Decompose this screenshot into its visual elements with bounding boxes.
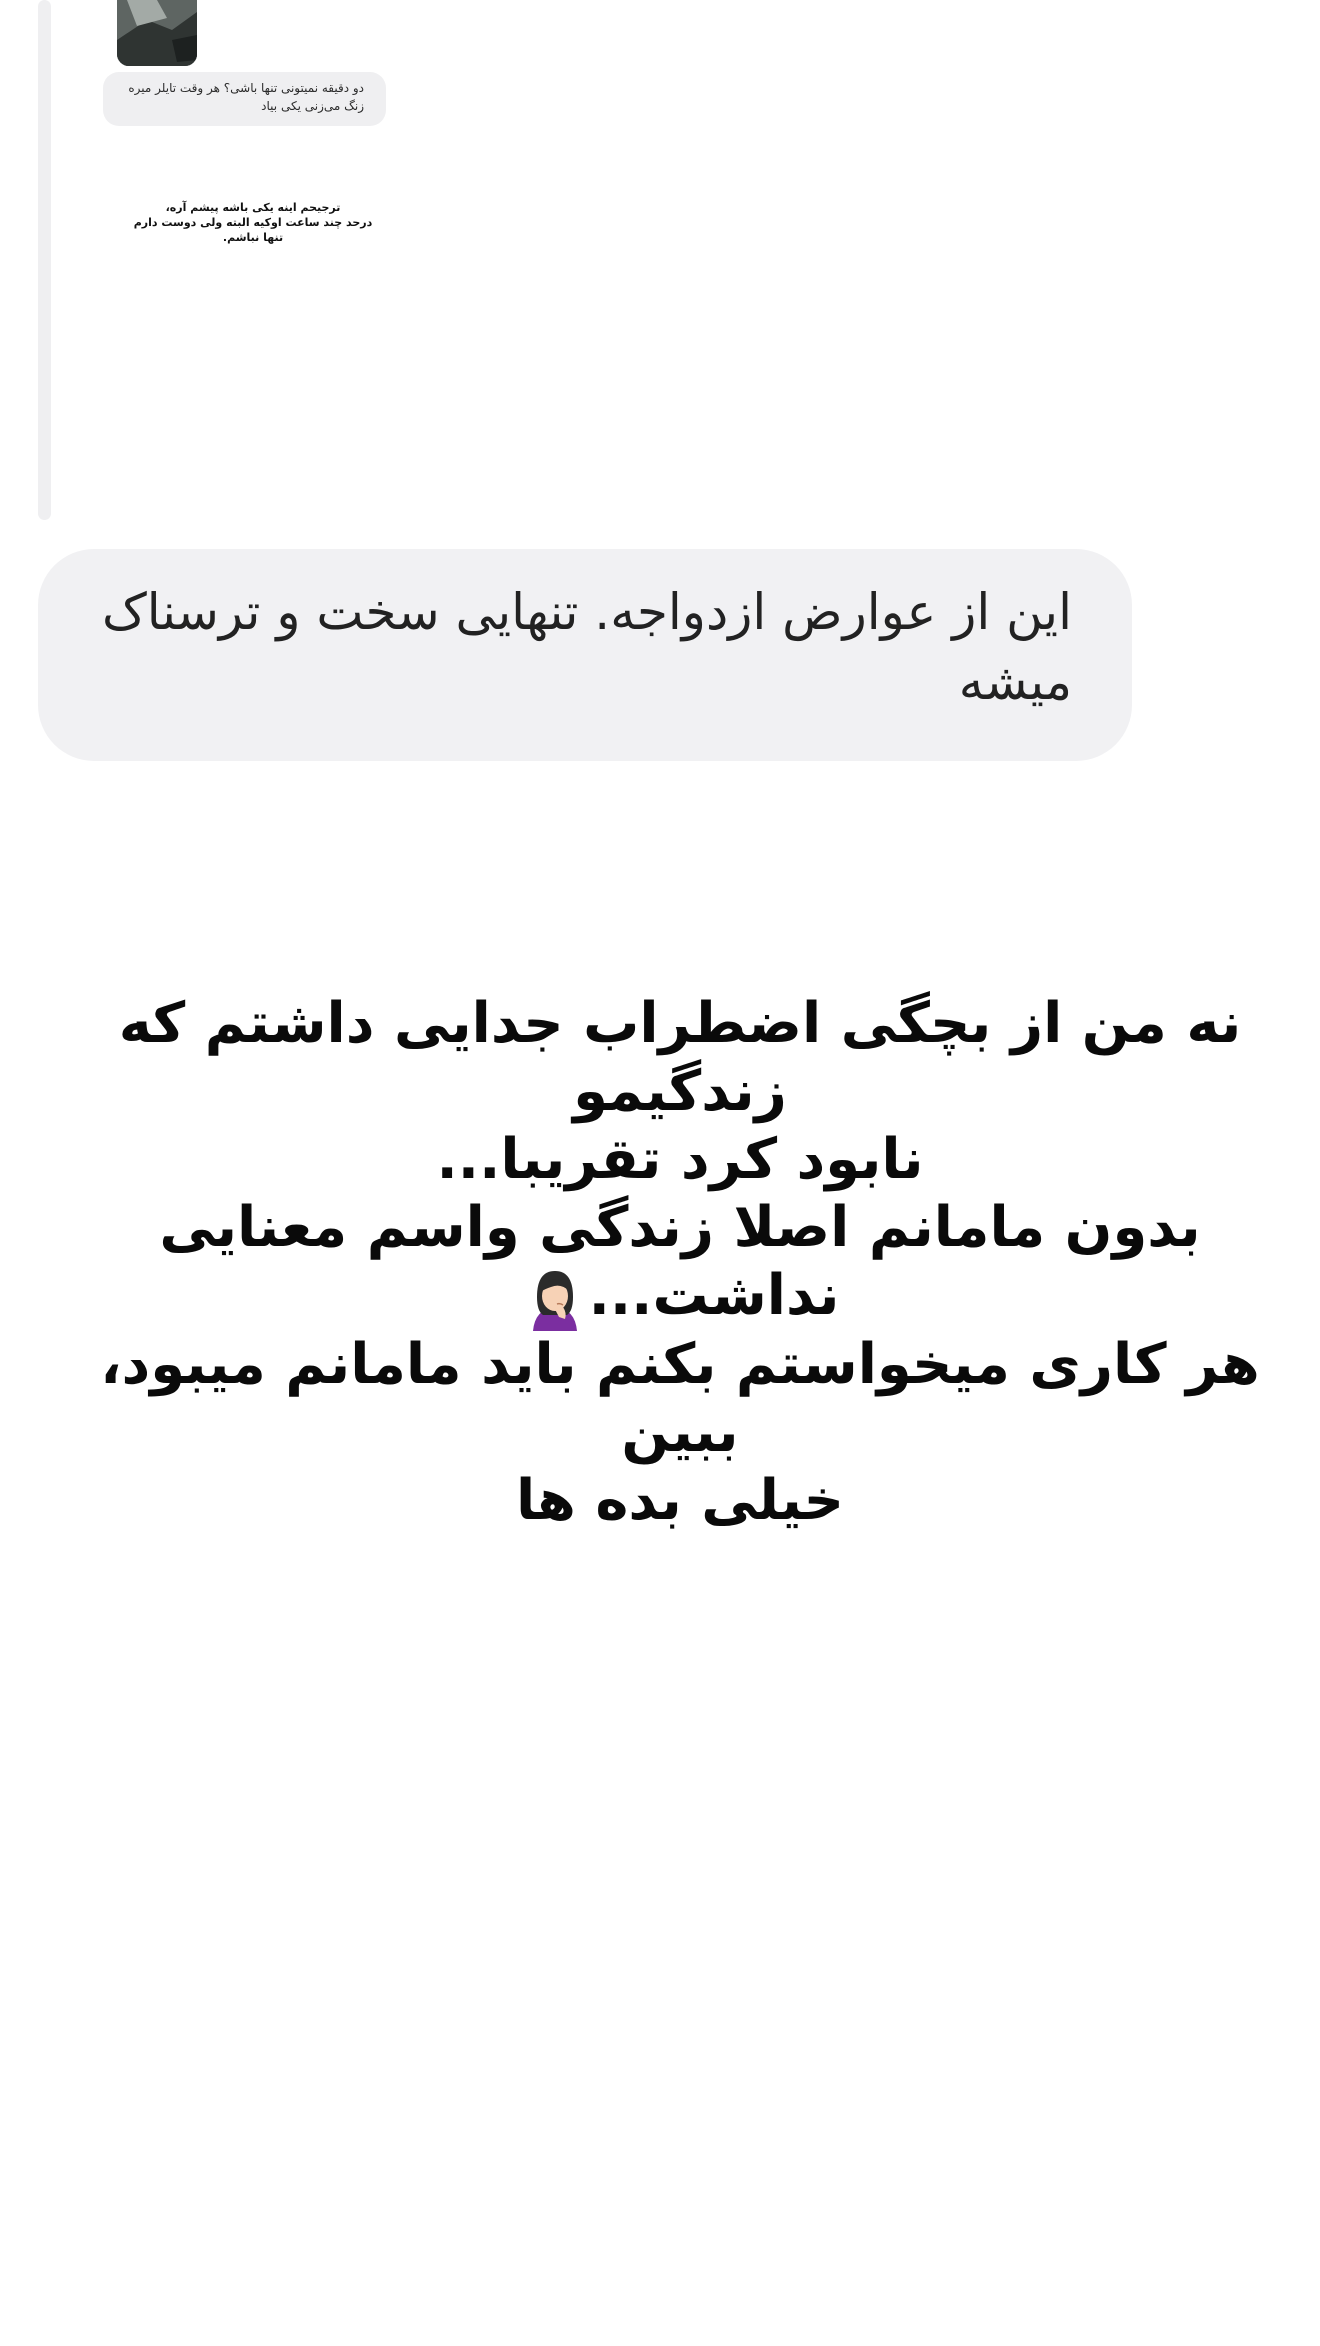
woman-facepalming-icon: [523, 1267, 587, 1331]
story-line: نابود کرد تقریبا...: [436, 1127, 924, 1192]
story-reply-caption: دو دقیقه نمیتونی تنها باشی؟ هر وقت تایلر…: [103, 72, 386, 126]
reply-quote-bar: [38, 0, 51, 520]
story-thumbnail[interactable]: [117, 0, 197, 66]
story-text-block: نه من از بچگی اضطراب جدایی داشتم که زندگ…: [60, 990, 1300, 1535]
story-line: هر کاری میخواستم بکنم باید مامانم میبود،…: [100, 1331, 1260, 1465]
message-bubble[interactable]: این از عوارض ازدواجه. تنهایی سخت و ترسنا…: [38, 549, 1132, 761]
story-line: نه من از بچگی اضطراب جدایی داشتم که زندگ…: [118, 991, 1242, 1124]
story-line: خیلی بده ها: [515, 1467, 844, 1533]
story-line-text: بدون مامانم اصلا زندگی واسم معنایی نداشت…: [159, 1195, 1201, 1328]
story-line-with-emoji: بدون مامانم اصلا زندگی واسم معنایی نداشت…: [60, 1194, 1300, 1331]
story-preview-text: ترجیحم اینه یکی باشه پیشم آره، درحد چند …: [133, 201, 373, 244]
